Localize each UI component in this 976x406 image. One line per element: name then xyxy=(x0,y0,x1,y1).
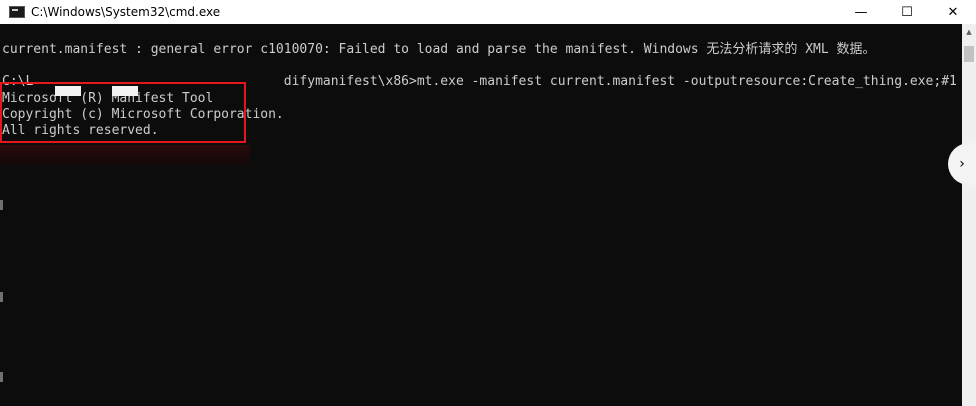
console-line-error: current.manifest : general error c101007… xyxy=(2,42,876,57)
cmd-window: C:\Windows\System32\cmd.exe — ☐ ✕ curren… xyxy=(0,0,976,406)
window-controls: — ☐ ✕ xyxy=(838,0,976,24)
margin-mark xyxy=(0,200,3,210)
scroll-thumb[interactable] xyxy=(964,46,974,62)
highlight-annotation xyxy=(0,82,246,143)
maximize-button[interactable]: ☐ xyxy=(884,0,930,24)
cmd-icon xyxy=(9,6,25,18)
title-bar[interactable]: C:\Windows\System32\cmd.exe — ☐ ✕ xyxy=(0,0,976,24)
minimize-button[interactable]: — xyxy=(838,0,884,24)
highlight-shadow xyxy=(0,145,250,165)
window-title: C:\Windows\System32\cmd.exe xyxy=(31,5,221,19)
vertical-scrollbar[interactable]: ▲ xyxy=(962,24,976,406)
chevron-up-icon[interactable]: ▲ xyxy=(962,24,976,40)
close-button[interactable]: ✕ xyxy=(930,0,976,24)
margin-mark xyxy=(0,292,3,302)
margin-mark xyxy=(0,372,3,382)
